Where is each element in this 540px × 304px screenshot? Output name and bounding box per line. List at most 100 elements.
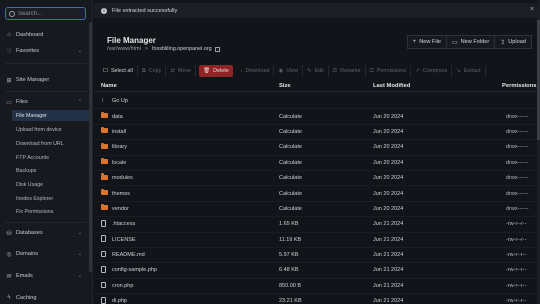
file-modified: Jun 21 2024 bbox=[373, 236, 404, 243]
search-box[interactable] bbox=[5, 7, 86, 20]
sidebar-subitem-fix-permissions[interactable]: Fix Permissions bbox=[12, 206, 92, 217]
file-size: Calculate bbox=[279, 175, 302, 182]
sidebar-subitem-upload[interactable]: Upload from device bbox=[12, 124, 92, 135]
column-header-permissions[interactable]: Permissions bbox=[502, 83, 536, 89]
folder-row[interactable]: library Calculate Jun 20 2024 drwx------ bbox=[94, 140, 540, 156]
view-button[interactable]: ◉ View bbox=[274, 65, 303, 77]
button-label: New Folder bbox=[460, 39, 490, 45]
sidebar-subitem-file-manager[interactable]: File Manager bbox=[12, 110, 92, 121]
file-size: Calculate bbox=[279, 205, 302, 212]
file-row[interactable]: .htaccess 1.65 KB Jun 21 2024 -rw-r--r-- bbox=[94, 217, 540, 233]
go-up-row[interactable]: ↑ Go Up bbox=[94, 94, 540, 110]
file-modified: Jun 20 2024 bbox=[373, 113, 404, 120]
file-row[interactable]: config-sample.php 6.48 KB Jun 21 2024 -rw-r… bbox=[94, 263, 540, 279]
sidebar-item-label: Site Manager bbox=[16, 77, 50, 83]
breadcrumb-separator: > bbox=[144, 46, 149, 52]
file-permissions: -rw-r--r-- bbox=[506, 221, 527, 228]
select-all-button[interactable]: ☐ Select all bbox=[99, 65, 138, 77]
column-header-size[interactable]: Size bbox=[279, 83, 291, 89]
folder-row[interactable]: data Calculate Jun 20 2024 drwx------ bbox=[94, 109, 540, 125]
folder-icon bbox=[101, 142, 108, 149]
sidebar-scrollbar[interactable] bbox=[89, 0, 92, 304]
file-row[interactable]: di.php 23.21 KB Jun 21 2024 -rw-r--r-- bbox=[94, 294, 540, 304]
folder-row[interactable]: modules Calculate Jun 20 2024 drwx------ bbox=[94, 171, 540, 187]
file-row[interactable]: LICENSE 11.19 KB Jun 21 2024 -rw-r--r-- bbox=[94, 233, 540, 248]
folder-icon: ▭ bbox=[6, 99, 12, 106]
column-header-name[interactable]: Name bbox=[101, 83, 117, 89]
folder-row[interactable]: install Calculate Jun 20 2024 drwx------ bbox=[94, 125, 540, 141]
breadcrumb-root[interactable]: /var/www/html bbox=[107, 46, 141, 52]
file-size: Calculate bbox=[279, 190, 302, 197]
file-modified: Jun 20 2024 bbox=[373, 128, 404, 135]
extract-button[interactable]: ↘ Extract bbox=[452, 65, 486, 77]
sidebar-subitem-download-url[interactable]: Download from URL bbox=[12, 138, 92, 149]
sidebar-subitem-inodes[interactable]: Inodes Explorer bbox=[12, 193, 92, 204]
file-name: install bbox=[112, 128, 127, 135]
file-toolbar: ☐ Select all ⧉ Copy ⇄ Move 🗑 Delete ↓ Do… bbox=[94, 64, 540, 78]
file-modified: Jun 20 2024 bbox=[373, 175, 404, 182]
rename-button[interactable]: ⎚ Rename bbox=[329, 65, 366, 77]
delete-button[interactable]: 🗑 Delete bbox=[199, 65, 233, 77]
file-icon bbox=[101, 250, 106, 258]
button-label: Extract bbox=[463, 68, 481, 74]
toast-notification: i File extracted successfully × bbox=[94, 3, 540, 18]
sidebar-subitem-backups[interactable]: Backups bbox=[12, 165, 92, 176]
sidebar-item-files[interactable]: ▭ Files ⌃ bbox=[0, 96, 92, 108]
move-button[interactable]: ⇄ Move bbox=[166, 65, 197, 77]
button-label: Delete bbox=[213, 68, 229, 74]
file-size: 23.21 KB bbox=[279, 298, 302, 304]
copy-button[interactable]: ⧉ Copy bbox=[138, 65, 167, 77]
new-file-button[interactable]: + New File bbox=[406, 35, 447, 49]
search-input[interactable] bbox=[18, 10, 78, 17]
file-size: 6.48 KB bbox=[279, 267, 299, 274]
sidebar-item-emails[interactable]: ✉ Emails ⌄ bbox=[0, 270, 92, 282]
extract-icon: ↘ bbox=[456, 68, 461, 74]
file-permissions: drwx------ bbox=[506, 159, 529, 166]
file-row[interactable]: cron.php 850.00 B Jun 21 2024 -rw-r--r-- bbox=[94, 279, 540, 295]
close-icon[interactable]: × bbox=[530, 6, 534, 13]
file-permissions: drwx------ bbox=[506, 175, 529, 182]
file-name: modules bbox=[112, 175, 133, 182]
file-modified: Jun 21 2024 bbox=[373, 267, 404, 274]
download-button[interactable]: ↓ Download bbox=[236, 65, 275, 77]
divider bbox=[5, 222, 87, 223]
file-row[interactable]: README.md 5.97 KB Jun 21 2024 -rw-r--r-- bbox=[94, 248, 540, 264]
sidebar-item-domains[interactable]: ◎ Domains ⌄ bbox=[0, 248, 92, 260]
file-permissions: drwx------ bbox=[506, 144, 529, 151]
button-label: Move bbox=[177, 68, 192, 74]
table-header: Name Size Last Modified Permissions bbox=[94, 80, 540, 92]
new-folder-button[interactable]: ▭ New Folder bbox=[445, 35, 496, 49]
sidebar-item-databases[interactable]: ⛁ Databases ⌄ bbox=[0, 227, 92, 239]
scrollbar-thumb[interactable] bbox=[89, 22, 92, 272]
move-icon: ⇄ bbox=[170, 68, 175, 74]
toast-message: File extracted successfully bbox=[112, 7, 178, 14]
sidebar-item-site-manager[interactable]: ⊞ Site Manager bbox=[0, 74, 92, 86]
folder-row[interactable]: themes Calculate Jun 20 2024 drwx------ bbox=[94, 186, 540, 202]
folder-row[interactable]: locale Calculate Jun 20 2024 drwx------ bbox=[94, 156, 540, 171]
file-modified: Jun 20 2024 bbox=[373, 190, 404, 197]
sidebar-subitem-ftp[interactable]: FTP Accounts bbox=[12, 152, 92, 163]
button-label: Download bbox=[245, 68, 270, 74]
sidebar-item-favorites[interactable]: ♡ Favorites ⌄ bbox=[0, 45, 92, 57]
sidebar-item-dashboard[interactable]: ⌂ Dashboard bbox=[0, 29, 92, 41]
sidebar-item-label: Caching bbox=[16, 295, 37, 301]
folder-row[interactable]: vendor Calculate Jun 20 2024 drwx------ bbox=[94, 202, 540, 218]
sidebar-subitem-disk-usage[interactable]: Disk Usage bbox=[12, 179, 92, 190]
folder-icon bbox=[101, 127, 108, 134]
file-name: LICENSE bbox=[112, 236, 136, 243]
sidebar-item-label: Favorites bbox=[16, 48, 40, 54]
folder-plus-icon: ▭ bbox=[451, 39, 458, 46]
file-name: config-sample.php bbox=[112, 267, 157, 274]
file-name: themes bbox=[112, 190, 131, 197]
sidebar-item-label: Files bbox=[16, 99, 28, 105]
permissions-button[interactable]: ⚿ Permissions bbox=[366, 65, 412, 77]
column-header-modified[interactable]: Last Modified bbox=[373, 83, 410, 89]
upload-button[interactable]: ⇪ Upload bbox=[494, 35, 532, 49]
copy-icon[interactable] bbox=[214, 46, 220, 52]
file-name: cron.php bbox=[112, 282, 134, 289]
edit-button[interactable]: ✎ Edit bbox=[303, 65, 329, 77]
sidebar-item-caching[interactable]: ϟ Caching bbox=[0, 292, 92, 304]
button-label: Upload bbox=[508, 39, 526, 45]
key-icon: ⚿ bbox=[369, 67, 374, 74]
compress-button[interactable]: ↗ Compress bbox=[411, 65, 453, 77]
